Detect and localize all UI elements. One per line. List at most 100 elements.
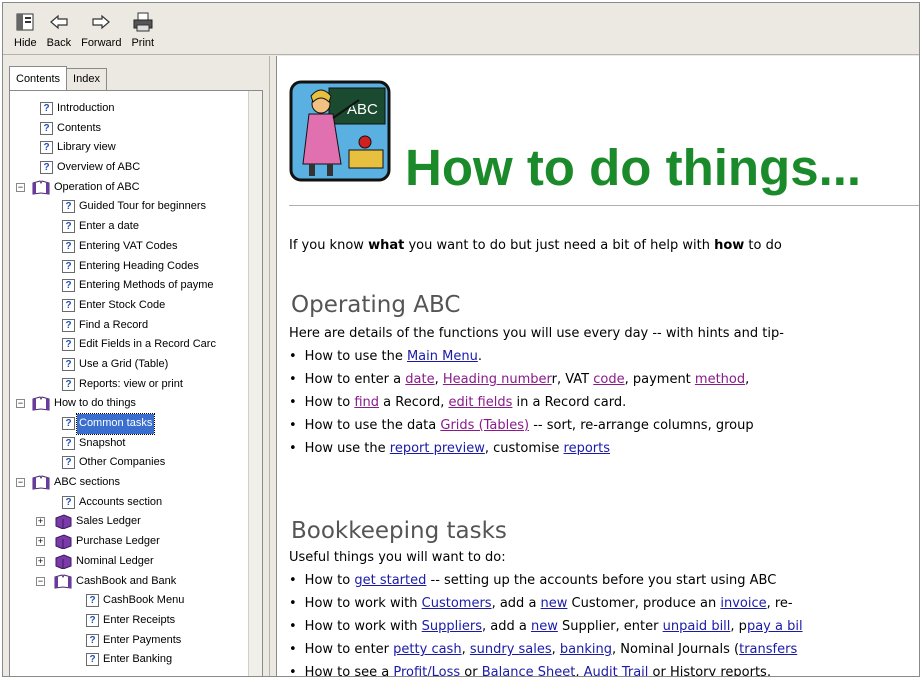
tree-scrollbar[interactable] bbox=[248, 91, 262, 676]
pane-splitter[interactable] bbox=[269, 56, 277, 676]
link-edit-fields[interactable]: edit fields bbox=[448, 395, 512, 410]
link-petty-cash[interactable]: petty cash bbox=[393, 642, 461, 657]
tree-item[interactable]: ? Introduction bbox=[10, 99, 250, 119]
collapse-icon[interactable]: − bbox=[16, 478, 25, 488]
help-topic-icon: ? bbox=[40, 141, 53, 155]
tree-item[interactable]: ? Entering Methods of payme bbox=[10, 276, 250, 296]
page-title: How to do things... bbox=[405, 139, 862, 196]
tree-item-label: Entering Heading Codes bbox=[79, 259, 199, 272]
tree-item-label: Contents bbox=[57, 121, 102, 134]
tree-item[interactable]: ? Entering VAT Codes bbox=[10, 237, 250, 257]
collapse-icon[interactable]: − bbox=[16, 182, 25, 192]
tab-index[interactable]: Index bbox=[66, 68, 107, 90]
list-item: How use the report preview, customise re… bbox=[289, 441, 610, 456]
link-new-customer[interactable]: new bbox=[541, 596, 568, 611]
link-report-preview[interactable]: report preview bbox=[390, 441, 485, 456]
tree-item-label: Introduction bbox=[57, 102, 115, 114]
help-topic-icon: ? bbox=[62, 417, 75, 430]
help-window: Hide Back Forward Print Contents Index ?… bbox=[2, 2, 920, 677]
tree-item[interactable]: + Nominal Ledger bbox=[10, 552, 250, 572]
link-banking[interactable]: banking bbox=[560, 642, 612, 657]
link-suppliers[interactable]: Suppliers bbox=[422, 619, 482, 634]
tree-item-label: How to do things bbox=[54, 397, 136, 410]
link-unpaid-bill[interactable]: unpaid bill bbox=[663, 619, 731, 634]
link-balance-sheet[interactable]: Balance Sheet bbox=[482, 665, 576, 676]
collapse-icon[interactable]: − bbox=[36, 576, 45, 586]
tree-item[interactable]: ? Overview of ABC bbox=[10, 158, 250, 178]
tree-item[interactable]: − ABC sections bbox=[10, 473, 250, 493]
back-label: Back bbox=[46, 37, 72, 49]
help-topic-icon: ? bbox=[86, 633, 99, 647]
expand-icon[interactable]: + bbox=[36, 537, 45, 547]
tree-item[interactable]: ? Enter Stock Code bbox=[10, 296, 250, 316]
tree-item-label: Reports: view or print bbox=[79, 377, 183, 390]
toolbar: Hide Back Forward Print bbox=[3, 3, 919, 55]
tree-item[interactable]: ? Guided Tour for beginners bbox=[10, 197, 250, 217]
link-date[interactable]: date bbox=[405, 372, 434, 387]
tree-item[interactable]: − Operation of ABC bbox=[10, 178, 250, 198]
hide-button[interactable]: Hide bbox=[9, 3, 42, 53]
forward-button[interactable]: Forward bbox=[76, 3, 126, 53]
tree-item[interactable]: ? Find a Record bbox=[10, 316, 250, 336]
link-method[interactable]: method bbox=[695, 372, 745, 387]
closed-book-icon bbox=[55, 534, 72, 550]
tree-list: ? Introduction? Contents? Library view? Over… bbox=[10, 99, 250, 670]
tree-item[interactable]: ? Entering Heading Codes bbox=[10, 257, 250, 277]
tree-item[interactable]: ? Snapshot bbox=[10, 434, 250, 454]
link-reports[interactable]: reports bbox=[564, 441, 610, 456]
link-profit-loss[interactable]: Profit/Loss bbox=[393, 665, 460, 676]
tree-item[interactable]: ? Contents bbox=[10, 119, 250, 139]
tree-item[interactable]: ? Enter Receipts bbox=[10, 611, 250, 631]
help-topic-icon: ? bbox=[62, 436, 75, 450]
tab-contents[interactable]: Contents bbox=[9, 66, 68, 90]
expand-icon[interactable]: + bbox=[36, 556, 45, 566]
forward-arrow-icon bbox=[92, 14, 111, 30]
link-pay-a-bill[interactable]: pay a bil bbox=[747, 619, 803, 634]
list-item: How to enter a date, Heading numberr, VA… bbox=[289, 372, 750, 387]
link-audit-trail[interactable]: Audit Trail bbox=[584, 665, 649, 676]
tree-item[interactable]: + Purchase Ledger bbox=[10, 532, 250, 552]
tree-item[interactable]: ? Edit Fields in a Record Carc bbox=[10, 335, 250, 355]
tree-item-label: Sales Ledger bbox=[76, 515, 141, 528]
tab-index-label: Index bbox=[73, 73, 100, 85]
link-code[interactable]: code bbox=[593, 372, 624, 387]
tree-item-label: Enter Stock Code bbox=[79, 298, 166, 311]
list-item: How to get started -- setting up the acc… bbox=[289, 573, 777, 588]
tree-item[interactable]: − CashBook and Bank bbox=[10, 572, 250, 592]
tree-item[interactable]: ? Accounts section bbox=[10, 493, 250, 513]
link-find[interactable]: find bbox=[354, 395, 379, 410]
help-topic-icon: ? bbox=[62, 456, 75, 470]
link-get-started[interactable]: get started bbox=[354, 573, 426, 588]
tree-item-label: Purchase Ledger bbox=[76, 535, 160, 548]
help-topic-icon: ? bbox=[62, 357, 75, 371]
tree-item[interactable]: ? Use a Grid (Table) bbox=[10, 355, 250, 375]
back-button[interactable]: Back bbox=[42, 3, 76, 53]
tree-item-label: Edit Fields in a Record Carc bbox=[79, 338, 216, 351]
collapse-icon[interactable]: − bbox=[16, 399, 25, 409]
tree-item-label: Use a Grid (Table) bbox=[79, 357, 169, 370]
link-transfers[interactable]: transfers bbox=[739, 642, 797, 657]
tree-item[interactable]: ? Common tasks bbox=[10, 413, 250, 435]
tree-item[interactable]: ? Enter Banking bbox=[10, 650, 250, 670]
print-button[interactable]: Print bbox=[126, 3, 159, 53]
print-label: Print bbox=[131, 37, 155, 49]
open-book-icon bbox=[32, 396, 50, 411]
tree-item[interactable]: ? Reports: view or print bbox=[10, 375, 250, 395]
link-new-supplier[interactable]: new bbox=[531, 619, 558, 634]
tree-item[interactable]: + Sales Ledger bbox=[10, 512, 250, 532]
tree-item[interactable]: ? CashBook Menu bbox=[10, 591, 250, 611]
link-invoice[interactable]: invoice bbox=[720, 596, 766, 611]
link-heading-number[interactable]: Heading number bbox=[443, 372, 552, 387]
tree-item[interactable]: ? Library view bbox=[10, 138, 250, 158]
tree-item[interactable]: ? Enter Payments bbox=[10, 631, 250, 651]
tree-item-label: CashBook Menu bbox=[103, 594, 185, 607]
link-sundry-sales[interactable]: sundry sales bbox=[470, 642, 552, 657]
tree-item[interactable]: − How to do things bbox=[10, 394, 250, 414]
tree-item[interactable]: ? Enter a date bbox=[10, 217, 250, 237]
tree-item-label: Snapshot bbox=[79, 436, 126, 449]
link-grids[interactable]: Grids (Tables) bbox=[440, 418, 529, 433]
link-main-menu[interactable]: Main Menu bbox=[407, 349, 478, 364]
tree-item[interactable]: ? Other Companies bbox=[10, 453, 250, 473]
link-customers[interactable]: Customers bbox=[422, 596, 492, 611]
expand-icon[interactable]: + bbox=[36, 517, 45, 527]
